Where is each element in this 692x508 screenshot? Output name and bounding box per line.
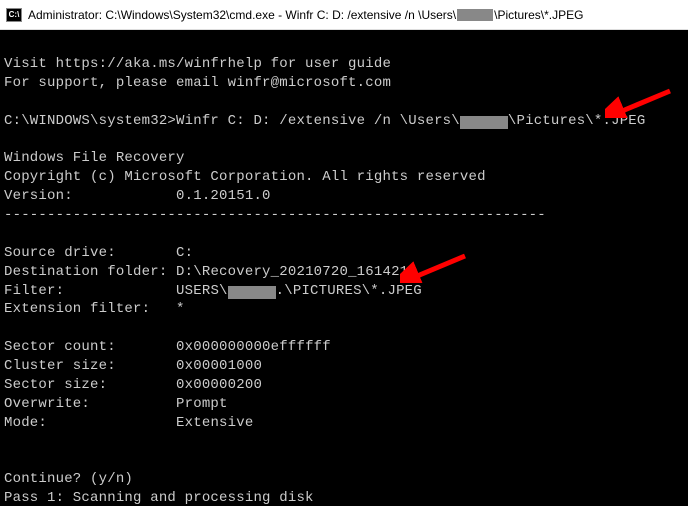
filter-label: Filter: <box>4 283 64 299</box>
prompt: C:\WINDOWS\system32> <box>4 113 176 129</box>
sector-size-label: Sector size: <box>4 377 107 393</box>
dest-label: Destination folder: <box>4 264 167 280</box>
filter-before: USERS\ <box>176 283 228 299</box>
sector-size-value: 0x00000200 <box>176 377 262 393</box>
cmd-before: Winfr C: D: /extensive /n \Users\ <box>176 113 460 129</box>
source-label: Source drive: <box>4 245 116 261</box>
terminal-output[interactable]: Visit https://aka.ms/winfrhelp for user … <box>0 30 688 506</box>
sector-count-label: Sector count: <box>4 339 116 355</box>
cluster-size-label: Cluster size: <box>4 358 116 374</box>
dest-value: D:\Recovery_20210720_161421 <box>176 264 408 280</box>
app-name: Windows File Recovery <box>4 149 684 168</box>
mode-label: Mode: <box>4 415 47 431</box>
prompt-line: C:\WINDOWS\system32>Winfr C: D: /extensi… <box>4 112 684 131</box>
copyright: Copyright (c) Microsoft Corporation. All… <box>4 168 684 187</box>
filter-after: .\PICTURES\*.JPEG <box>276 283 422 299</box>
cluster-size-value: 0x00001000 <box>176 358 262 374</box>
redacted-username <box>460 116 508 129</box>
titlebar-prefix: Administrator: C:\Windows\System32\cmd.e… <box>28 8 456 22</box>
extfilter-value: * <box>176 301 185 317</box>
sector-count-value: 0x000000000effffff <box>176 339 331 355</box>
extfilter-label: Extension filter: <box>4 301 150 317</box>
separator: ----------------------------------------… <box>4 206 684 225</box>
cmd-after: \Pictures\*.JPEG <box>508 113 646 129</box>
mode-value: Extensive <box>176 415 253 431</box>
help-line-2: For support, please email winfr@microsof… <box>4 74 684 93</box>
version-value: 0.1.20151.0 <box>176 188 271 204</box>
cmd-window: C:\ Administrator: C:\Windows\System32\c… <box>0 0 688 506</box>
titlebar-suffix: \Pictures\*.JPEG <box>494 8 583 22</box>
titlebar-text: Administrator: C:\Windows\System32\cmd.e… <box>28 8 584 22</box>
titlebar[interactable]: C:\ Administrator: C:\Windows\System32\c… <box>0 0 688 30</box>
overwrite-label: Overwrite: <box>4 396 90 412</box>
redacted-username <box>228 286 276 299</box>
version-label: Version: <box>4 188 73 204</box>
continue-prompt: Continue? (y/n) <box>4 470 684 489</box>
source-value: C: <box>176 245 193 261</box>
pass-line: Pass 1: Scanning and processing disk <box>4 489 684 508</box>
help-line-1: Visit https://aka.ms/winfrhelp for user … <box>4 55 684 74</box>
redacted-username <box>457 9 493 21</box>
cmd-icon: C:\ <box>6 8 22 22</box>
overwrite-value: Prompt <box>176 396 228 412</box>
